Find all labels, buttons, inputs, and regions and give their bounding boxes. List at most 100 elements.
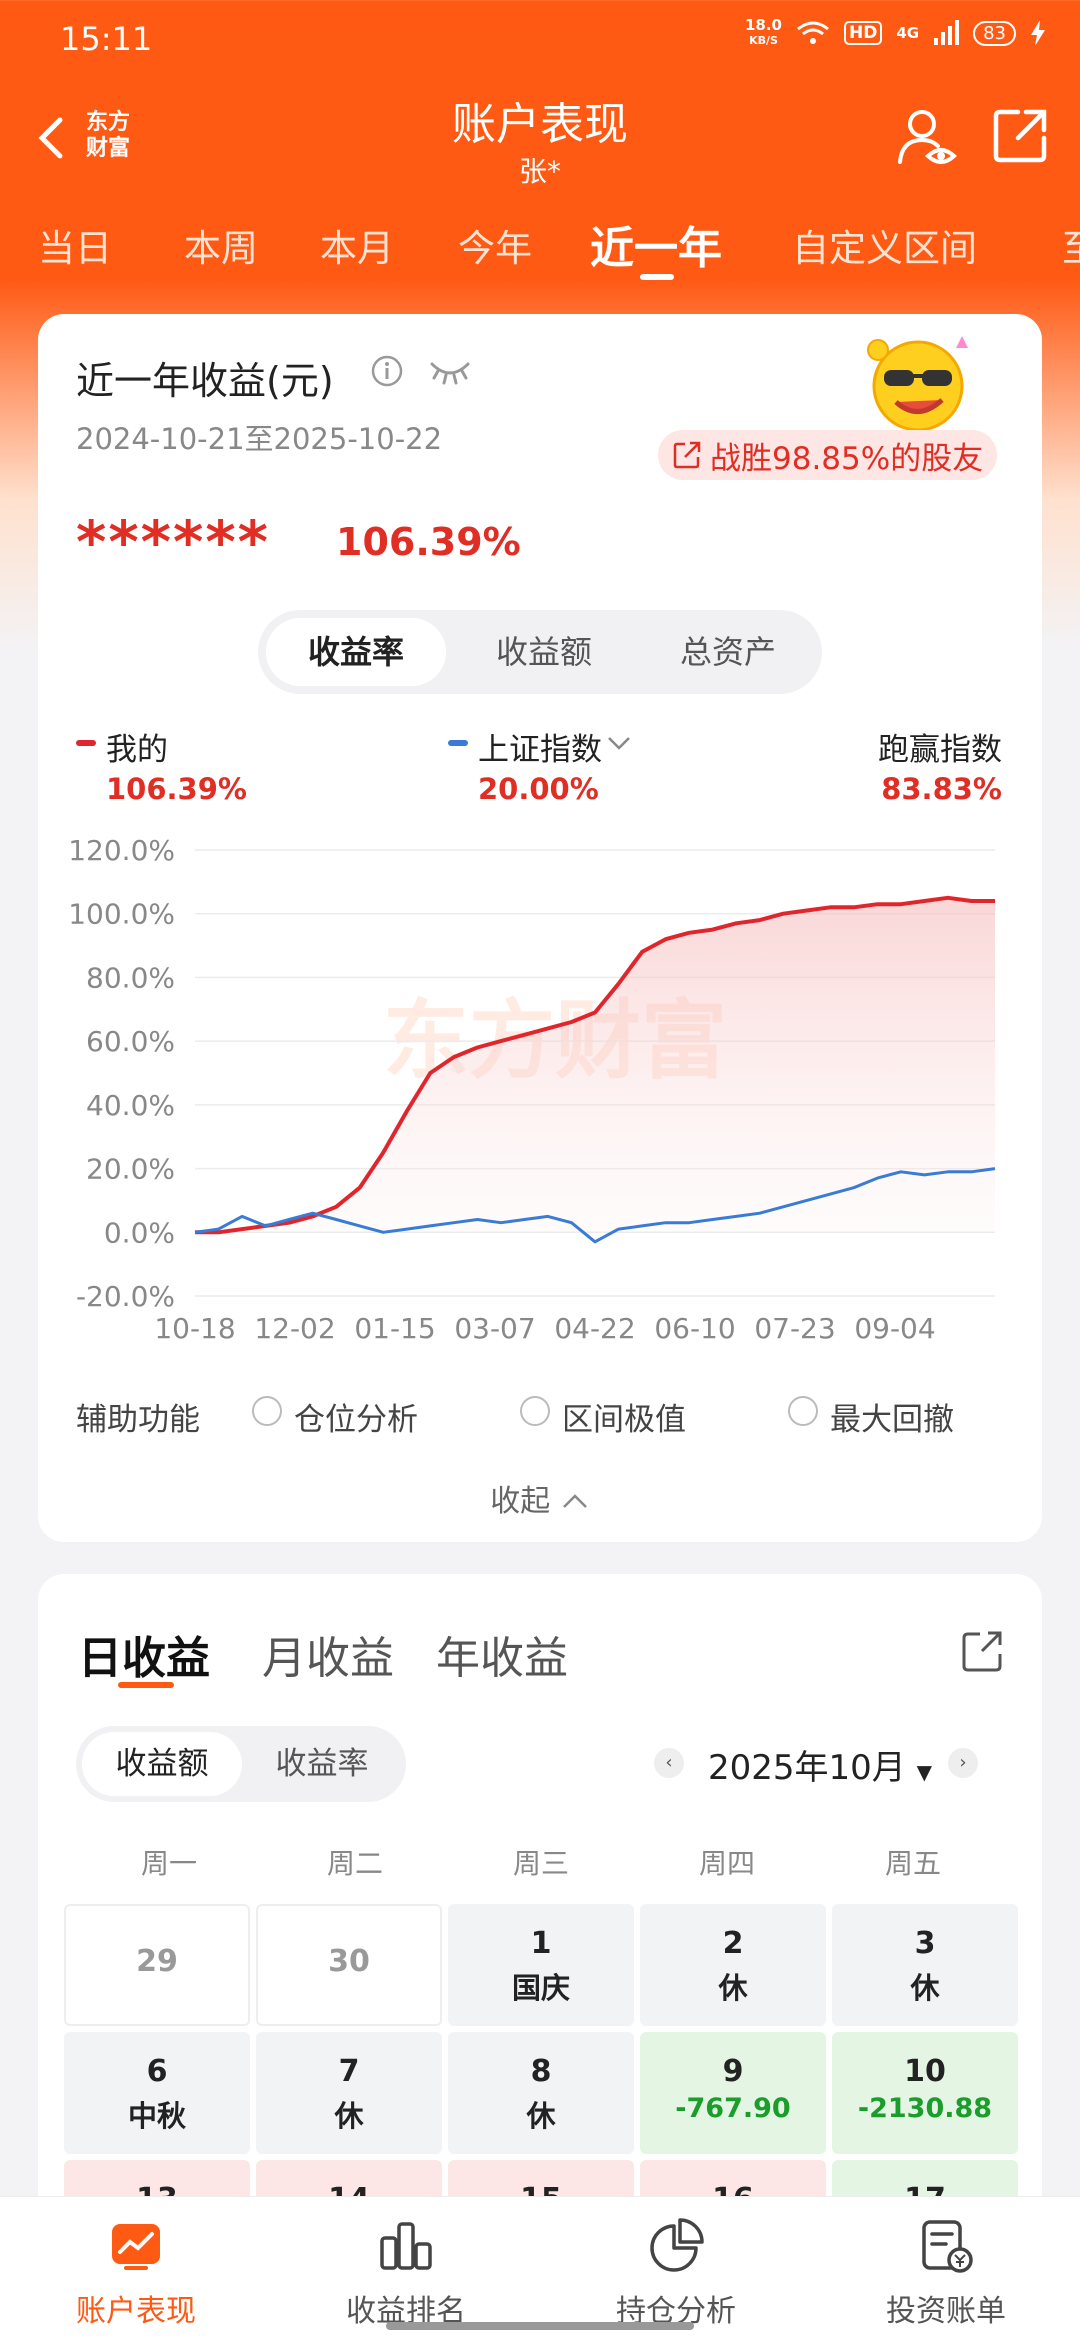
charging-icon xyxy=(1031,20,1045,46)
y-tick-label: 40.0% xyxy=(86,1089,175,1122)
status-time: 15:11 xyxy=(60,20,153,58)
y-tick-label: 20.0% xyxy=(86,1153,175,1186)
chevron-down-icon[interactable] xyxy=(606,734,632,752)
radio-position-analysis[interactable] xyxy=(252,1396,282,1426)
calendar-day[interactable]: 9 -767.90 xyxy=(640,2032,826,2154)
x-tick-label: 06-10 xyxy=(654,1312,735,1340)
legend-mine-value: 106.39% xyxy=(106,772,247,806)
y-tick-label: 80.0% xyxy=(86,961,175,994)
legend-index-swatch xyxy=(448,740,468,746)
tab-overflow[interactable]: 至 xyxy=(1062,218,1080,272)
legend-index-name[interactable]: 上证指数 xyxy=(478,724,602,769)
share-small-icon xyxy=(673,441,701,469)
y-tick-label: 60.0% xyxy=(86,1025,175,1058)
calendar-day[interactable]: 3休 xyxy=(832,1904,1018,2026)
aux-functions-label: 辅助功能 xyxy=(76,1402,200,1438)
nav-account-performance[interactable]: 账户表现 xyxy=(36,2216,236,2330)
legend-mine-name: 我的 xyxy=(106,732,168,768)
signal-icon xyxy=(934,20,960,45)
calendar-day[interactable]: 30 xyxy=(256,1904,442,2026)
y-tick-label: -20.0% xyxy=(76,1280,175,1313)
tab-ytd[interactable]: 今年 xyxy=(458,218,532,272)
metric-tab-return-rate[interactable]: 收益率 xyxy=(266,618,446,686)
status-bar: 15:11 18.0 KB/S HD 4G 83 xyxy=(0,0,1080,80)
beat-rank-badge[interactable]: 战胜98.85%的股友 xyxy=(658,430,998,480)
wifi-icon xyxy=(797,21,829,44)
collapse-button[interactable]: 收起 xyxy=(0,1476,1080,1520)
chart-trend-icon xyxy=(112,2224,160,2270)
info-icon[interactable] xyxy=(370,354,404,388)
date-range: 2024-10-21至2025-10-22 xyxy=(76,422,443,456)
metric-tab-total-assets[interactable]: 总资产 xyxy=(638,618,818,686)
dropdown-caret-icon: ▼ xyxy=(916,1760,932,1784)
home-indicator xyxy=(386,2322,694,2330)
eye-closed-icon[interactable] xyxy=(428,356,472,386)
mascot-emoji-icon xyxy=(867,336,968,432)
option-range-extremes[interactable]: 区间极值 xyxy=(562,1394,686,1439)
value-tab-rate[interactable]: 收益率 xyxy=(242,1732,402,1796)
prev-month-button[interactable]: ‹ xyxy=(654,1748,684,1778)
value-tab-amount[interactable]: 收益额 xyxy=(82,1732,242,1796)
tab-active-indicator xyxy=(640,274,674,280)
legend-index-value: 20.00% xyxy=(478,772,599,806)
network-type: 4G xyxy=(896,24,920,42)
calendar-day[interactable]: 10 -2130.88 xyxy=(832,2032,1018,2154)
chevron-up-icon xyxy=(562,1494,587,1508)
return-line-chart[interactable]: 东方财富120.0%100.0%80.0%60.0%40.0%20.0%0.0%… xyxy=(60,820,1020,1340)
net-speed: 18.0 KB/S xyxy=(744,16,782,48)
weekday-label: 周四 xyxy=(698,1847,755,1880)
radio-max-drawdown[interactable] xyxy=(788,1396,818,1426)
option-max-drawdown[interactable]: 最大回撤 xyxy=(830,1394,954,1439)
next-month-button[interactable]: › xyxy=(948,1748,978,1778)
export-icon[interactable] xyxy=(960,1628,1004,1672)
calendar-day[interactable]: 2休 xyxy=(640,1904,826,2026)
y-tick-label: 100.0% xyxy=(68,898,175,931)
tab-daily-profit[interactable]: 日收益 xyxy=(78,1622,210,1686)
y-tick-label: 120.0% xyxy=(68,834,175,867)
bar-chart-icon xyxy=(380,2222,432,2270)
calendar-day[interactable]: 6 中秋 xyxy=(64,2032,250,2154)
x-tick-label: 01-15 xyxy=(354,1312,435,1340)
weekday-label: 周五 xyxy=(884,1847,941,1880)
nav-holdings-analysis[interactable]: 持仓分析 xyxy=(576,2216,776,2330)
series-area-fill xyxy=(195,897,995,1233)
pie-chart-icon xyxy=(650,2218,704,2272)
calendar-day[interactable]: 8休 xyxy=(448,2032,634,2154)
x-tick-label: 03-07 xyxy=(454,1312,535,1340)
x-tick-label: 12-02 xyxy=(254,1312,335,1340)
user-view-icon[interactable] xyxy=(896,106,958,168)
nav-return-ranking[interactable]: 收益排名 xyxy=(306,2216,506,2330)
nav-investment-bill[interactable]: 投资账单 xyxy=(846,2216,1046,2330)
legend-outperform-name: 跑赢指数 xyxy=(878,732,1002,768)
calendar-day[interactable]: 29 xyxy=(64,1904,250,2026)
metric-tab-return-amount[interactable]: 收益额 xyxy=(454,618,634,686)
tab-yearly-profit[interactable]: 年收益 xyxy=(436,1622,568,1686)
option-position-analysis[interactable]: 仓位分析 xyxy=(294,1394,418,1439)
calendar-day[interactable]: 7休 xyxy=(256,2032,442,2154)
return-percentage: 106.39% xyxy=(336,520,521,564)
x-tick-label: 10-18 xyxy=(154,1312,235,1340)
radio-range-extremes[interactable] xyxy=(520,1396,550,1426)
tab-monthly-profit[interactable]: 月收益 xyxy=(262,1622,394,1686)
hidden-amount: ****** xyxy=(76,508,270,576)
profit-tab-indicator xyxy=(118,1682,174,1688)
calendar-day[interactable]: 1 国庆 xyxy=(448,1904,634,2026)
month-selector[interactable]: 2025年10月 ▼ xyxy=(708,1740,932,1789)
legend-mine-swatch xyxy=(76,740,96,746)
status-icons: 18.0 KB/S HD 4G 83 xyxy=(745,18,1046,48)
collapse-label: 收起 xyxy=(490,1484,551,1519)
tab-week[interactable]: 本周 xyxy=(184,218,258,272)
tab-today[interactable]: 当日 xyxy=(38,218,112,272)
tab-one-year[interactable]: 近一年 xyxy=(590,218,722,276)
tab-custom-range[interactable]: 自定义区间 xyxy=(792,218,977,272)
x-tick-label: 09-04 xyxy=(854,1312,935,1340)
metric-segment: 收益率 收益额 总资产 xyxy=(258,610,822,694)
value-segment: 收益额 收益率 xyxy=(76,1726,406,1802)
share-icon[interactable] xyxy=(992,106,1050,164)
legend-outperform-value: 83.83% xyxy=(881,772,1002,806)
x-tick-label: 07-23 xyxy=(754,1312,835,1340)
period-tabs: 当日 本周 本月 今年 近一年 自定义区间 至 xyxy=(0,218,1080,288)
weekday-label: 周三 xyxy=(512,1847,569,1880)
tab-month[interactable]: 本月 xyxy=(320,218,394,272)
hd-badge: HD xyxy=(844,21,883,45)
